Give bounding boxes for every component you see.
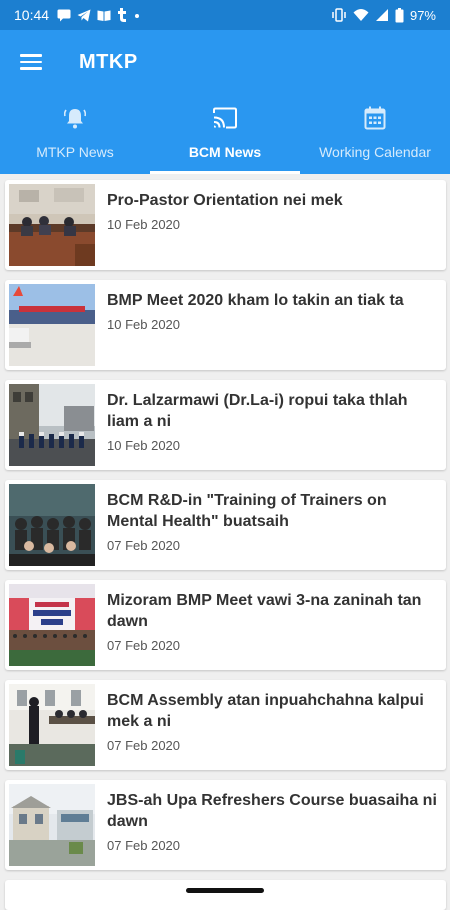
news-thumbnail (9, 584, 95, 666)
bell-icon (64, 104, 86, 132)
news-card[interactable]: Mizoram BMP Meet vawi 3-na zaninah tan d… (5, 580, 446, 670)
wifi-icon (353, 9, 369, 21)
calendar-icon (364, 104, 386, 132)
battery-percent: 97% (409, 7, 436, 23)
cast-icon (212, 104, 238, 132)
news-thumbnail (9, 284, 95, 366)
tab-mtkp-news[interactable]: MTKP News (0, 94, 150, 174)
vibrate-icon (332, 8, 346, 22)
active-tab-indicator (150, 171, 300, 174)
news-thumbnail (9, 684, 95, 766)
app-bar: MTKP (0, 30, 450, 94)
news-card[interactable]: JBS-ah Upa Refreshers Course buasaiha ni… (5, 780, 446, 870)
news-title: JBS-ah Upa Refreshers Course buasaiha ni… (107, 792, 437, 830)
telegram-icon (77, 9, 91, 21)
news-thumbnail (9, 484, 95, 566)
signal-icon (375, 9, 388, 21)
status-time: 10:44 (14, 7, 50, 23)
app-title: MTKP (79, 50, 138, 73)
news-title: Mizoram BMP Meet vawi 3-na zaninah tan d… (107, 592, 422, 630)
news-card[interactable] (5, 880, 446, 910)
news-card[interactable]: BCM R&D-in "Training of Trainers on Ment… (5, 480, 446, 570)
news-date: 10 Feb 2020 (107, 438, 181, 453)
gesture-nav-handle[interactable] (186, 888, 264, 893)
news-date: 10 Feb 2020 (107, 217, 181, 232)
news-date: 07 Feb 2020 (107, 638, 181, 653)
tab-label: MTKP News (36, 144, 114, 160)
news-card[interactable]: Pro-Pastor Orientation nei mek 10 Feb 20… (5, 180, 446, 270)
tab-bcm-news[interactable]: BCM News (150, 94, 300, 174)
status-bar: 10:44 97% (0, 0, 450, 30)
news-title: BMP Meet 2020 kham lo takin an tiak ta (107, 292, 404, 309)
tab-working-calendar[interactable]: Working Calendar (300, 94, 450, 174)
battery-icon (395, 7, 404, 22)
t-app-icon (118, 8, 127, 22)
news-date: 10 Feb 2020 (107, 317, 181, 332)
news-card[interactable]: BCM Assembly atan inpuahchahna kalpui me… (5, 680, 446, 770)
news-title: BCM R&D-in "Training of Trainers on Ment… (107, 492, 387, 530)
news-card[interactable]: Dr. Lalzarmawi (Dr.La-i) ropui taka thla… (5, 380, 446, 470)
news-thumbnail (9, 784, 95, 866)
news-thumbnail (9, 184, 95, 266)
news-date: 07 Feb 2020 (107, 738, 181, 753)
book-icon (97, 10, 111, 21)
news-date: 07 Feb 2020 (107, 838, 181, 853)
tab-bar: MTKP News BCM News Working Calendar (0, 94, 450, 174)
tab-label: Working Calendar (319, 144, 431, 160)
news-title: Dr. Lalzarmawi (Dr.La-i) ropui taka thla… (107, 392, 408, 430)
menu-icon[interactable] (20, 54, 42, 70)
messages-icon (57, 9, 71, 21)
news-date: 07 Feb 2020 (107, 538, 181, 553)
dot-icon (135, 13, 140, 18)
tab-label: BCM News (188, 144, 262, 160)
news-title: BCM Assembly atan inpuahchahna kalpui me… (107, 692, 424, 730)
news-title: Pro-Pastor Orientation nei mek (107, 192, 343, 209)
news-card[interactable]: BMP Meet 2020 kham lo takin an tiak ta 1… (5, 280, 446, 370)
news-thumbnail (9, 384, 95, 466)
